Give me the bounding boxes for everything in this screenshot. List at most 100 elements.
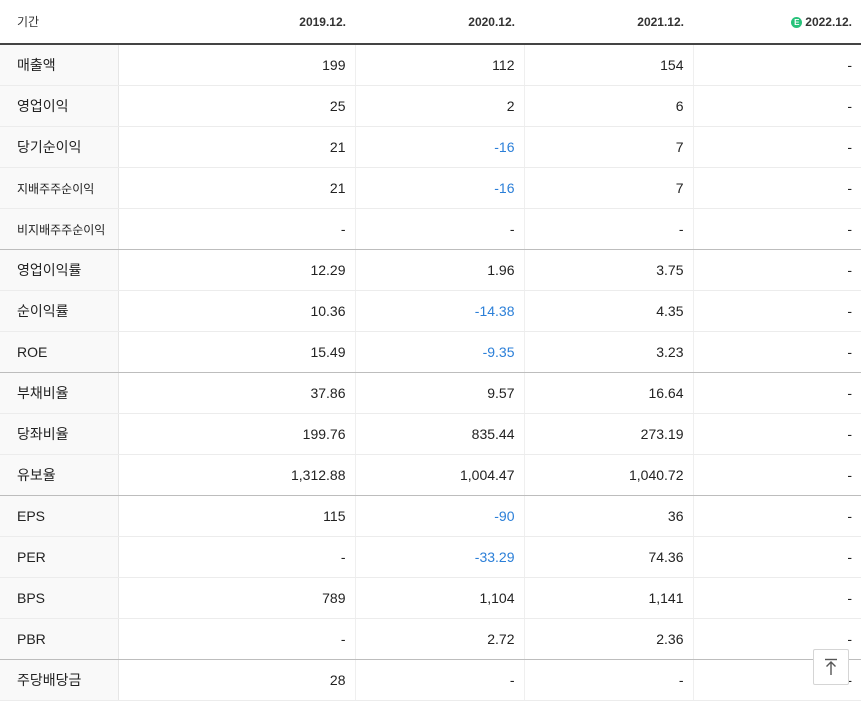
cell-value: 273.19 (524, 413, 694, 455)
cell-value: - (693, 126, 861, 168)
estimate-icon: E (791, 16, 803, 28)
table-row: 지배주주순이익 21 -16 7- (0, 167, 861, 209)
row-label: 주당배당금 (0, 659, 119, 701)
row-label: 순이익률 (0, 290, 119, 332)
table-row: 부채비율 37.86 9.57 16.64- (0, 372, 861, 414)
table-row: 순이익률 10.36 -14.38 4.35- (0, 290, 861, 332)
table-row: 영업이익률 12.29 1.96 3.75- (0, 249, 861, 291)
cell-value: 28 (118, 659, 356, 701)
cell-value: - (693, 413, 861, 455)
cell-value: 25 (118, 85, 356, 127)
cell-value: 3.75 (524, 249, 694, 291)
cell-value: -9.35 (355, 331, 525, 373)
header-row: 기간 2019.12. 2020.12. 2021.12. E 2022.12. (0, 0, 861, 45)
cell-value: -14.38 (355, 290, 525, 332)
cell-value: 4.35 (524, 290, 694, 332)
cell-value: 1.96 (355, 249, 525, 291)
cell-value: 199 (118, 44, 356, 86)
cell-value: 3.23 (524, 331, 694, 373)
row-label: ROE (0, 331, 119, 373)
cell-value: -90 (355, 495, 525, 537)
cell-value: - (118, 208, 356, 250)
cell-value: - (693, 249, 861, 291)
cell-value: - (693, 577, 861, 619)
table-row: 당기순이익 21 -16 7- (0, 126, 861, 168)
row-label: 당좌비율 (0, 413, 119, 455)
cell-value: 1,104 (355, 577, 525, 619)
column-header: 2021.12. (524, 0, 693, 45)
table-row: 유보율 1,312.88 1,004.47 1,040.72- (0, 454, 861, 496)
row-label: 당기순이익 (0, 126, 119, 168)
cell-value: 7 (524, 126, 694, 168)
cell-value: - (355, 208, 525, 250)
column-header-estimate: E 2022.12. (693, 0, 861, 45)
cell-value: 15.49 (118, 331, 356, 373)
financial-table: 기간 2019.12. 2020.12. 2021.12. E 2022.12. … (0, 0, 861, 701)
cell-value: 37.86 (118, 372, 356, 414)
cell-value: 2.72 (355, 618, 525, 660)
period-header: 기간 (0, 0, 118, 45)
scroll-to-top-button[interactable] (813, 649, 849, 685)
table-row: PBR -2.72 2.36- (0, 618, 861, 660)
row-label: BPS (0, 577, 119, 619)
cell-value: 21 (118, 126, 356, 168)
cell-value: 2 (355, 85, 525, 127)
cell-value: 7 (524, 167, 694, 209)
table-row: BPS 789 1,104 1,141- (0, 577, 861, 619)
cell-value: - (118, 618, 356, 660)
cell-value: - (693, 454, 861, 496)
cell-value: - (693, 208, 861, 250)
cell-value: 6 (524, 85, 694, 127)
column-header: 2019.12. (118, 0, 355, 45)
cell-value: -16 (355, 126, 525, 168)
cell-value: -33.29 (355, 536, 525, 578)
table-row: 주당배당금 28- - - (0, 659, 861, 701)
row-label: EPS (0, 495, 119, 537)
table-row: 비지배주주순이익 - - - - (0, 208, 861, 250)
cell-value: - (693, 44, 861, 86)
cell-value: 115 (118, 495, 356, 537)
cell-value: - (693, 495, 861, 537)
table-row: 당좌비율 199.76 835.44 273.19- (0, 413, 861, 455)
cell-value: - (693, 290, 861, 332)
cell-value: 835.44 (355, 413, 525, 455)
cell-value: - (693, 85, 861, 127)
cell-value: - (693, 167, 861, 209)
arrow-up-to-top-icon (825, 658, 837, 675)
row-label: 유보율 (0, 454, 119, 496)
table-row: ROE 15.49 -9.35 3.23- (0, 331, 861, 373)
row-label: 매출액 (0, 44, 119, 86)
cell-value: 74.36 (524, 536, 694, 578)
cell-value: - (693, 331, 861, 373)
cell-value: - (118, 536, 356, 578)
cell-value: 1,004.47 (355, 454, 525, 496)
cell-value: 199.76 (118, 413, 356, 455)
cell-value: - (524, 659, 694, 701)
row-label: PER (0, 536, 119, 578)
cell-value: - (355, 659, 525, 701)
table-row: EPS 115 -90 36- (0, 495, 861, 537)
cell-value: 154 (524, 44, 694, 86)
cell-value: 112 (355, 44, 525, 86)
cell-value: - (693, 372, 861, 414)
cell-value: 789 (118, 577, 356, 619)
cell-value: 2.36 (524, 618, 694, 660)
cell-value: - (524, 208, 694, 250)
cell-value: -16 (355, 167, 525, 209)
row-label: 영업이익 (0, 85, 119, 127)
column-header-label: 2022.12. (805, 14, 852, 29)
cell-value: 1,312.88 (118, 454, 356, 496)
cell-value: 21 (118, 167, 356, 209)
cell-value: 16.64 (524, 372, 694, 414)
cell-value: 1,040.72 (524, 454, 694, 496)
table-row: 영업이익 25 2 6- (0, 85, 861, 127)
row-label: 지배주주순이익 (0, 167, 119, 209)
cell-value: - (693, 536, 861, 578)
table-row: 매출액 199 112 154- (0, 44, 861, 86)
row-label: 영업이익률 (0, 249, 119, 291)
row-label: PBR (0, 618, 119, 660)
cell-value: 12.29 (118, 249, 356, 291)
cell-value: 9.57 (355, 372, 525, 414)
row-label: 비지배주주순이익 (0, 208, 119, 250)
row-label: 부채비율 (0, 372, 119, 414)
